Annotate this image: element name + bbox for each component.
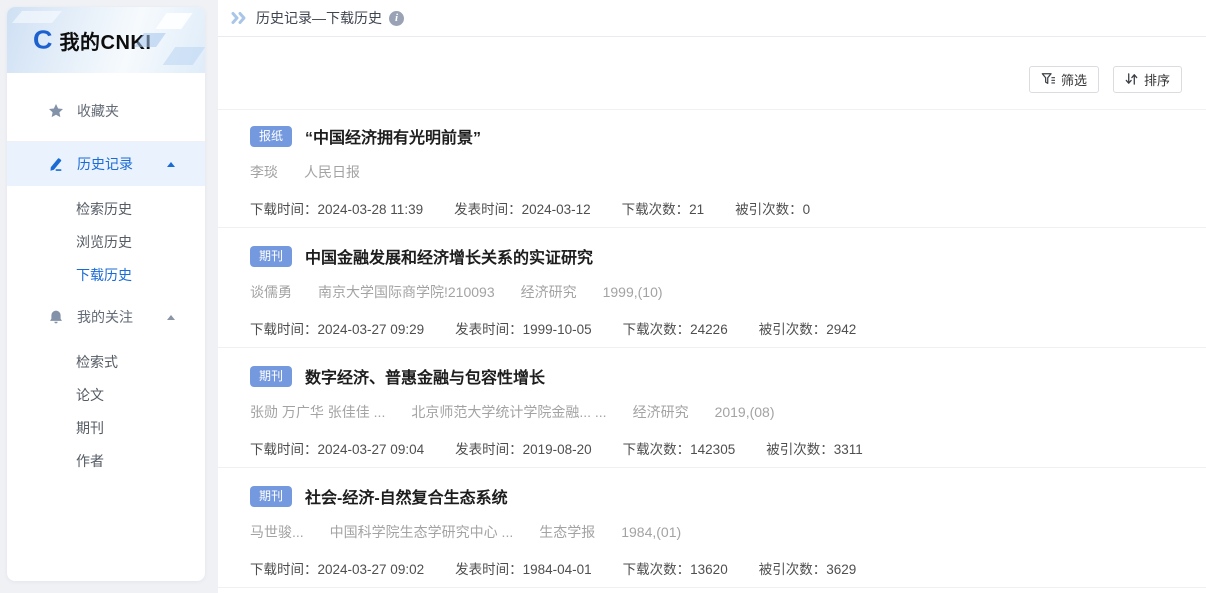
doc-type-badge: 期刊: [250, 486, 292, 507]
list-item: 期刊 数字经济、普惠金融与包容性增长 张勋 万广华 张佳佳 ... 北京师范大学统…: [218, 348, 1206, 468]
sidebar-item-papers[interactable]: 论文: [7, 378, 205, 411]
text-segment: 发表时间：2024-03-12: [454, 202, 591, 217]
text-segment: 1999,(10): [603, 284, 663, 300]
list-item: 报纸 “中国经济拥有光明前景” 李琰 人民日报 下载时间：2024-03-28 1…: [218, 110, 1206, 228]
text-segment: 2019,(08): [715, 404, 775, 420]
item-authors: 张勋 万广华 张佳佳 ... 北京师范大学统计学院金融... ... 经济研究 201…: [250, 402, 1182, 422]
item-meta: 下载时间：2024-03-28 11:39 发表时间：2024-03-12 下载次数…: [250, 198, 1182, 218]
sidebar-item-browse-history[interactable]: 浏览历史: [7, 225, 205, 258]
sidebar-menu: 收藏夹 历史记录 检索历史 浏览历史 下载历史 我的关注 检索式 论文: [7, 73, 205, 481]
text-segment: 南京大学国际商学院!210093: [318, 284, 495, 300]
text-segment: 下载次数：13620: [623, 562, 728, 577]
filter-button[interactable]: 筛选: [1029, 66, 1099, 93]
text-segment: 发表时间：2019-08-20: [455, 442, 592, 457]
text-segment: 下载次数：24226: [623, 322, 728, 337]
toolbar: 筛选 排序: [218, 37, 1206, 110]
breadcrumb-bar: 历史记录—下载历史 i: [218, 0, 1206, 37]
sidebar-item-search-history[interactable]: 检索历史: [7, 192, 205, 225]
text-segment: 下载次数：21: [622, 202, 705, 217]
sidebar-item-authors[interactable]: 作者: [7, 444, 205, 477]
text-segment: 下载时间：2024-03-27 09:04: [250, 442, 424, 457]
text-segment: 人民日报: [304, 164, 360, 180]
item-title[interactable]: 社会-经济-自然复合生态系统: [305, 484, 508, 508]
text-segment: 下载时间：2024-03-27 09:29: [250, 322, 424, 337]
text-segment: 生态学报: [539, 524, 595, 540]
item-authors: 马世骏... 中国科学院生态学研究中心 ... 生态学报 1984,(01): [250, 522, 1182, 542]
sidebar-item-search-expression[interactable]: 检索式: [7, 345, 205, 378]
item-title[interactable]: 中国金融发展和经济增长关系的实证研究: [305, 244, 593, 268]
text-segment: 北京师范大学统计学院金融... ...: [411, 404, 606, 420]
text-segment: 被引次数：2942: [759, 322, 857, 337]
text-segment: 下载时间：2024-03-27 09:02: [250, 562, 424, 577]
star-icon: [48, 103, 64, 119]
text-segment: 马世骏...: [250, 524, 304, 540]
sidebar-item-favorites[interactable]: 收藏夹: [7, 89, 205, 133]
item-meta: 下载时间：2024-03-27 09:04 发表时间：2019-08-20 下载次数…: [250, 438, 1182, 458]
doc-type-badge: 期刊: [250, 366, 292, 387]
text-segment: 被引次数：0: [735, 202, 810, 217]
history-submenu: 检索历史 浏览历史 下载历史: [7, 186, 205, 295]
sidebar-item-journals[interactable]: 期刊: [7, 411, 205, 444]
download-history-list: 报纸 “中国经济拥有光明前景” 李琰 人民日报 下载时间：2024-03-28 1…: [218, 110, 1206, 588]
info-icon[interactable]: i: [389, 11, 404, 26]
item-title[interactable]: 数字经济、普惠金融与包容性增长: [305, 364, 545, 388]
item-meta: 下载时间：2024-03-27 09:29 发表时间：1999-10-05 下载次数…: [250, 318, 1182, 338]
sidebar-group-label: 历史记录: [77, 154, 133, 174]
sort-button[interactable]: 排序: [1113, 66, 1182, 93]
item-meta: 下载时间：2024-03-27 09:02 发表时间：1984-04-01 下载次数…: [250, 558, 1182, 578]
text-segment: 发表时间：1999-10-05: [455, 322, 592, 337]
bell-icon: [48, 309, 64, 325]
text-segment: 被引次数：3629: [759, 562, 857, 577]
decorative-cube: [155, 13, 192, 29]
sidebar-group-follow[interactable]: 我的关注: [7, 295, 205, 339]
text-segment: 发表时间：1984-04-01: [455, 562, 592, 577]
collapse-arrow-icon[interactable]: [167, 162, 175, 167]
doc-type-badge: 期刊: [250, 246, 292, 267]
text-segment: 被引次数：3311: [766, 442, 863, 457]
follow-submenu: 检索式 论文 期刊 作者: [7, 339, 205, 481]
sidebar: C 我的CNKI 收藏夹 历史记录 检索历史 浏览历史 下载历史: [7, 7, 205, 581]
sidebar-item-label: 收藏夹: [77, 101, 119, 121]
item-title[interactable]: “中国经济拥有光明前景”: [305, 124, 481, 148]
decorative-cube: [12, 11, 62, 23]
sort-button-label: 排序: [1144, 70, 1170, 89]
item-authors: 李琰 人民日报: [250, 162, 1182, 182]
text-segment: 下载时间：2024-03-28 11:39: [250, 202, 423, 217]
text-segment: 下载次数：142305: [623, 442, 736, 457]
text-segment: 谈儒勇: [250, 284, 292, 300]
collapse-arrow-icon[interactable]: [167, 315, 175, 320]
filter-button-label: 筛选: [1061, 70, 1087, 89]
double-chevron-icon: [231, 11, 248, 25]
sidebar-group-history[interactable]: 历史记录: [7, 142, 205, 186]
pen-icon: [48, 156, 64, 172]
sidebar-group-label: 我的关注: [77, 307, 133, 327]
main-content: 历史记录—下载历史 i 筛选 排序 报纸 “中国经济拥有光明前景” 李琰 人民日报: [218, 0, 1206, 593]
sidebar-item-download-history[interactable]: 下载历史: [7, 258, 205, 291]
decorative-cube: [163, 47, 205, 65]
doc-type-badge: 报纸: [250, 126, 292, 147]
cnki-logo-icon: C: [33, 27, 52, 53]
text-segment: 1984,(01): [621, 524, 681, 540]
filter-icon: [1041, 72, 1055, 86]
item-authors: 谈儒勇 南京大学国际商学院!210093 经济研究 1999,(10): [250, 282, 1182, 302]
list-item: 期刊 社会-经济-自然复合生态系统 马世骏... 中国科学院生态学研究中心 ...…: [218, 468, 1206, 588]
text-segment: 经济研究: [521, 284, 577, 300]
text-segment: 经济研究: [633, 404, 689, 420]
text-segment: 张勋 万广华 张佳佳 ...: [250, 404, 385, 420]
sort-icon: [1125, 72, 1138, 86]
text-segment: 中国科学院生态学研究中心 ...: [330, 524, 514, 540]
page-title: 历史记录—下载历史: [256, 8, 382, 28]
cnki-logo[interactable]: C 我的CNKI: [7, 7, 205, 73]
text-segment: 李琰: [250, 164, 278, 180]
list-item: 期刊 中国金融发展和经济增长关系的实证研究 谈儒勇 南京大学国际商学院!21009…: [218, 228, 1206, 348]
